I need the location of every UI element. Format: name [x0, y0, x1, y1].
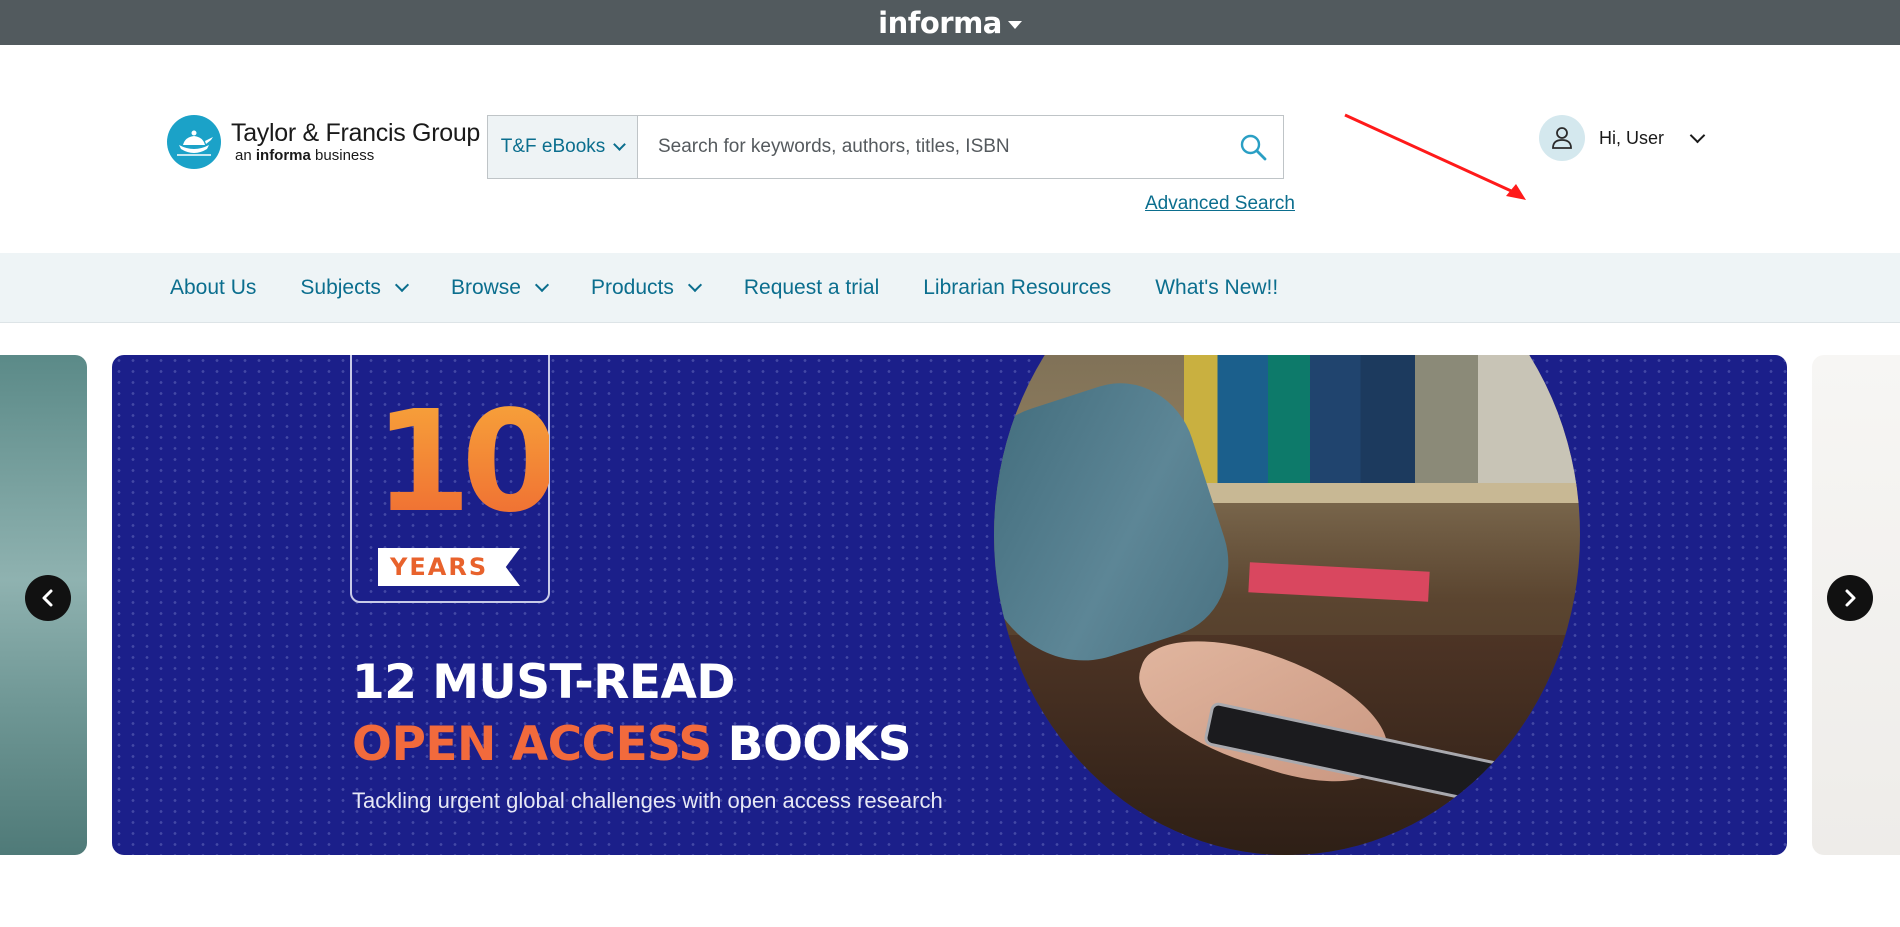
nav-request-trial[interactable]: Request a trial	[744, 276, 879, 300]
informa-brand-menu[interactable]: informa	[878, 6, 1022, 40]
advanced-search-link[interactable]: Advanced Search	[1145, 193, 1295, 215]
chevron-left-icon	[42, 589, 53, 607]
search-button[interactable]	[1223, 116, 1283, 178]
search-icon	[1240, 134, 1267, 161]
nav-librarian-resources[interactable]: Librarian Resources	[923, 276, 1111, 300]
annotation-arrow-icon	[1344, 113, 1526, 200]
anniversary-number: 10	[374, 381, 559, 544]
main-nav: About Us Subjects Browse Products Reques…	[0, 253, 1900, 323]
nav-about-us[interactable]: About Us	[170, 276, 256, 300]
years-ribbon: YEARS	[378, 548, 520, 586]
carousel-prev-button[interactable]	[25, 575, 71, 621]
banner-headline-line1: 12 MUST-READ	[352, 655, 735, 710]
search-bar: T&F eBooks	[487, 115, 1284, 179]
logo-subtitle: an informa business	[235, 147, 375, 164]
chevron-right-icon	[1845, 589, 1856, 607]
chevron-down-icon	[687, 277, 702, 293]
informa-brand-label: informa	[878, 5, 1002, 40]
hero-slide-open-access[interactable]: 10 YEARS 12 MUST-READ OPEN ACCESS BOOKS …	[112, 355, 1787, 855]
chevron-down-icon	[394, 277, 410, 293]
banner-tagline: Tackling urgent global challenges with o…	[352, 788, 943, 813]
user-menu[interactable]: Hi, User	[1539, 115, 1706, 161]
search-input[interactable]	[638, 116, 1223, 178]
nav-subjects[interactable]: Subjects	[300, 276, 410, 300]
chevron-down-icon	[534, 277, 550, 293]
nav-products[interactable]: Products	[591, 276, 702, 300]
logo-title: Taylor & Francis Group	[231, 119, 481, 147]
informa-bar: informa	[0, 0, 1900, 45]
chevron-down-icon	[613, 138, 627, 151]
teapot-logo-icon	[167, 115, 221, 169]
chevron-down-icon	[1689, 127, 1706, 143]
tf-logo[interactable]: Taylor & Francis Group an informa busine…	[167, 115, 480, 169]
site-header: Taylor & Francis Group an informa busine…	[0, 45, 1900, 253]
search-scope-dropdown[interactable]: T&F eBooks	[488, 116, 638, 178]
user-greeting: Hi, User	[1599, 127, 1665, 148]
banner-photo-tablet-reader	[994, 355, 1580, 855]
nav-browse[interactable]: Browse	[451, 276, 550, 300]
search-scope-label: T&F eBooks	[500, 136, 606, 157]
carousel-next-button[interactable]	[1827, 575, 1873, 621]
caret-down-icon	[1007, 20, 1022, 29]
hero-carousel: 10 YEARS 12 MUST-READ OPEN ACCESS BOOKS …	[0, 355, 1900, 855]
banner-headline-line2: OPEN ACCESS BOOKS	[352, 717, 912, 772]
user-icon	[1539, 115, 1585, 161]
nav-whats-new[interactable]: What's New!!	[1155, 276, 1278, 300]
